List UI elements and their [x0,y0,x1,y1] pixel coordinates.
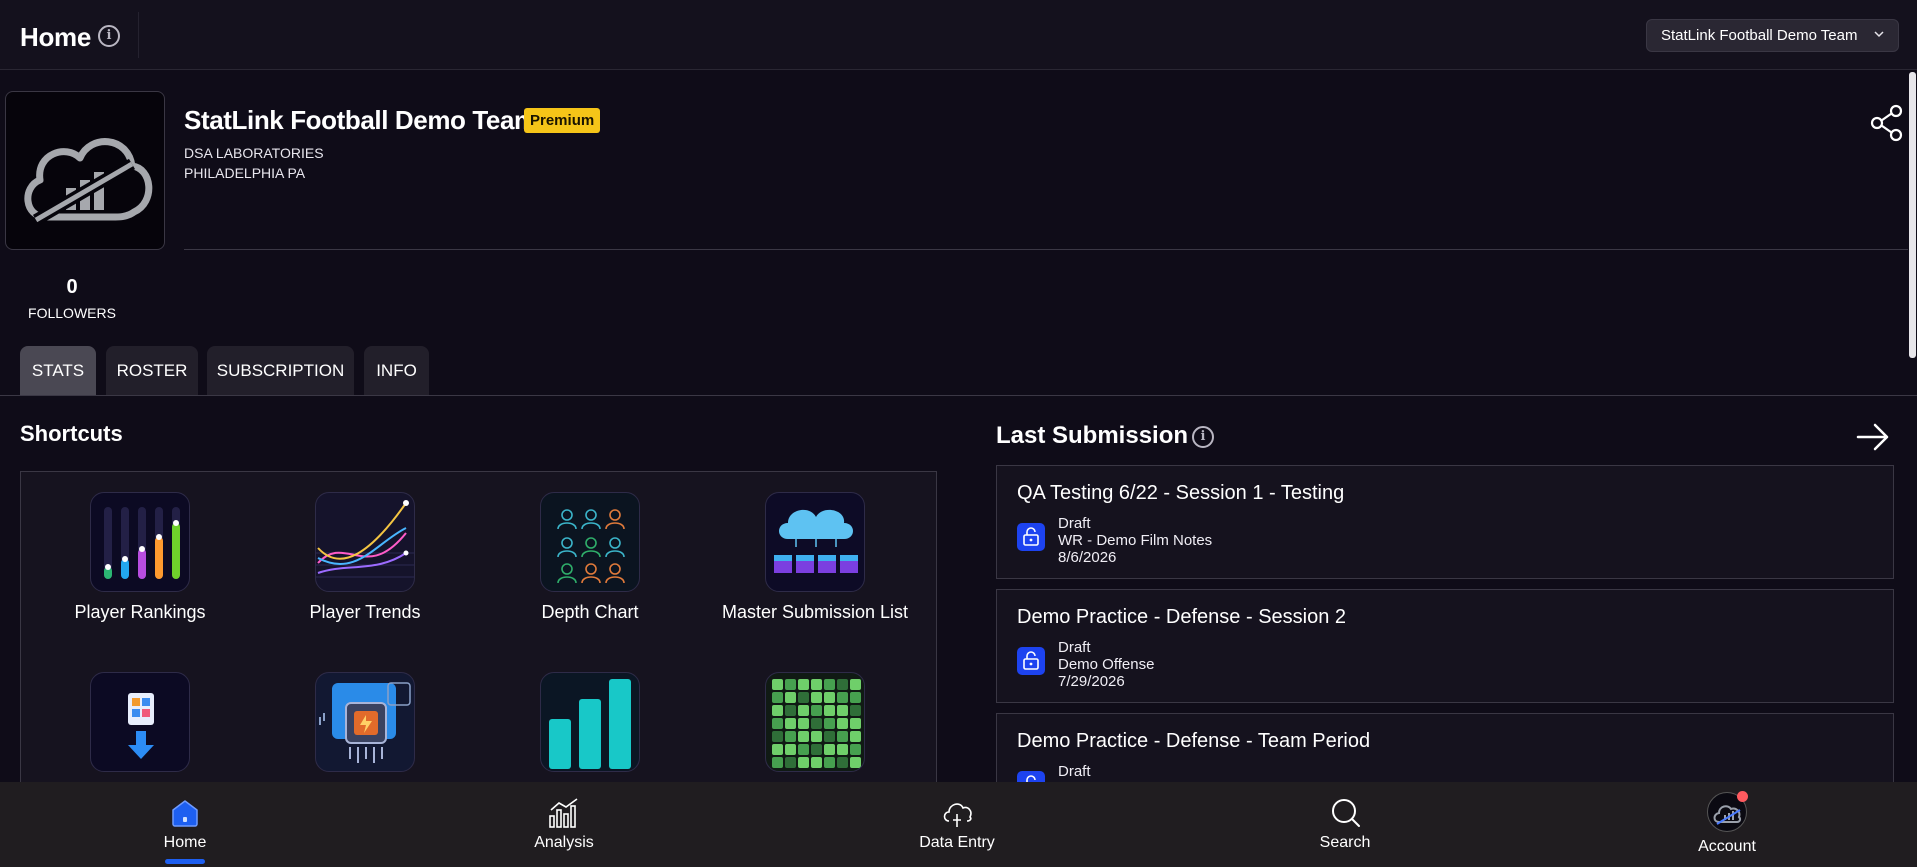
submission-title: Demo Practice - Defense - Session 2 [1017,606,1347,628]
submission-status: Draft [1058,763,1091,780]
shortcut-player-rankings[interactable]: Player Rankings [30,492,250,623]
active-tab-indicator [165,859,205,864]
shortcut-player-trends[interactable]: Player Trends [255,492,475,623]
shortcut-label: Master Submission List [721,602,909,622]
bar-chart-icon [540,672,640,772]
submission-status: Draft [1058,639,1091,656]
grid-heatmap-icon [765,672,865,772]
tabs-divider [0,395,1917,396]
tab-subscription[interactable]: SUBSCRIPTION [207,346,354,396]
tab-stats[interactable]: STATS [20,346,96,396]
submission-card[interactable]: Demo Practice - Defense - Session 2 Draf… [996,589,1894,703]
shortcut-depth-chart[interactable]: Depth Chart [480,492,700,623]
team-name: StatLink Football Demo Team [184,105,537,135]
submission-status: Draft [1058,515,1091,532]
team-organization: DSA LABORATORIES [184,145,324,161]
shortcut-processor[interactable] [255,672,475,782]
top-bar: Home i StatLink Football Demo Team [0,0,1917,70]
premium-badge: Premium [524,108,601,133]
shortcut-master-submission-list[interactable]: Master Submission List [705,492,925,623]
submission-form: Demo Offense [1058,656,1155,673]
bottom-navigation: Home Analysis Data Entry Search Account [0,782,1917,867]
nav-label: Account [1698,838,1756,855]
shortcuts-title: Shortcuts [20,421,123,446]
shortcut-report-download[interactable] [30,672,250,782]
processor-chip-icon [315,672,415,772]
arrow-right-icon[interactable] [1856,422,1890,452]
analysis-icon [549,798,578,828]
team-select-dropdown[interactable]: StatLink Football Demo Team [1646,19,1899,52]
page-title: Home [20,22,92,52]
info-icon[interactable]: i [1192,426,1214,448]
nav-data-entry[interactable]: Data Entry [897,782,1017,867]
cloud-upload-icon [943,803,972,827]
shortcut-label: Depth Chart [541,602,639,622]
statlink-logo-icon [24,138,153,226]
submission-title: Demo Practice - Defense - Team Period [1017,730,1371,752]
followers-label: FOLLOWERS [28,305,116,321]
tab-info[interactable]: INFO [364,346,429,396]
nav-label: Analysis [534,834,594,851]
header-divider [138,12,139,58]
submission-title: QA Testing 6/22 - Session 1 - Testing [1017,482,1345,504]
nav-label: Home [163,834,207,851]
home-icon [172,800,198,827]
submission-card[interactable]: QA Testing 6/22 - Session 1 - Testing Dr… [996,465,1894,579]
lock-icon [1017,647,1045,675]
lock-icon [1017,523,1045,551]
profile-divider [184,249,1908,250]
last-submission-title: Last Submission [996,422,1189,449]
nav-label: Search [1319,834,1371,851]
shortcut-label: Player Trends [309,602,421,622]
nav-account[interactable]: Account [1667,786,1787,867]
nav-home[interactable]: Home [125,782,245,867]
submission-date: 7/29/2026 [1058,673,1125,690]
player-rankings-icon [90,492,190,592]
scrollbar-thumb[interactable] [1909,72,1916,358]
search-icon [1332,799,1360,827]
shortcut-bar-chart[interactable] [480,672,700,782]
player-trends-icon [315,492,415,592]
team-logo [5,91,165,250]
tab-roster[interactable]: ROSTER [106,346,198,396]
team-location: PHILADELPHIA PA [184,165,306,181]
submission-form: WR - Demo Film Notes [1058,532,1213,549]
chevron-down-icon [1874,31,1884,38]
nav-analysis[interactable]: Analysis [504,782,624,867]
followers-count: 0 [66,276,78,298]
info-icon[interactable]: i [98,25,120,47]
shortcut-label: Player Rankings [74,602,206,622]
report-download-icon [90,672,190,772]
shortcut-grid-heatmap[interactable] [705,672,925,782]
team-select-value: StatLink Football Demo Team [1661,27,1858,44]
share-icon[interactable] [1870,104,1904,142]
depth-chart-icon [540,492,640,592]
submission-date: 8/6/2026 [1058,549,1117,566]
nav-label: Data Entry [919,834,995,851]
master-submission-list-icon [765,492,865,592]
home-screen: Home i StatLink Football Demo Team StatL… [0,0,1917,867]
nav-search[interactable]: Search [1285,782,1405,867]
